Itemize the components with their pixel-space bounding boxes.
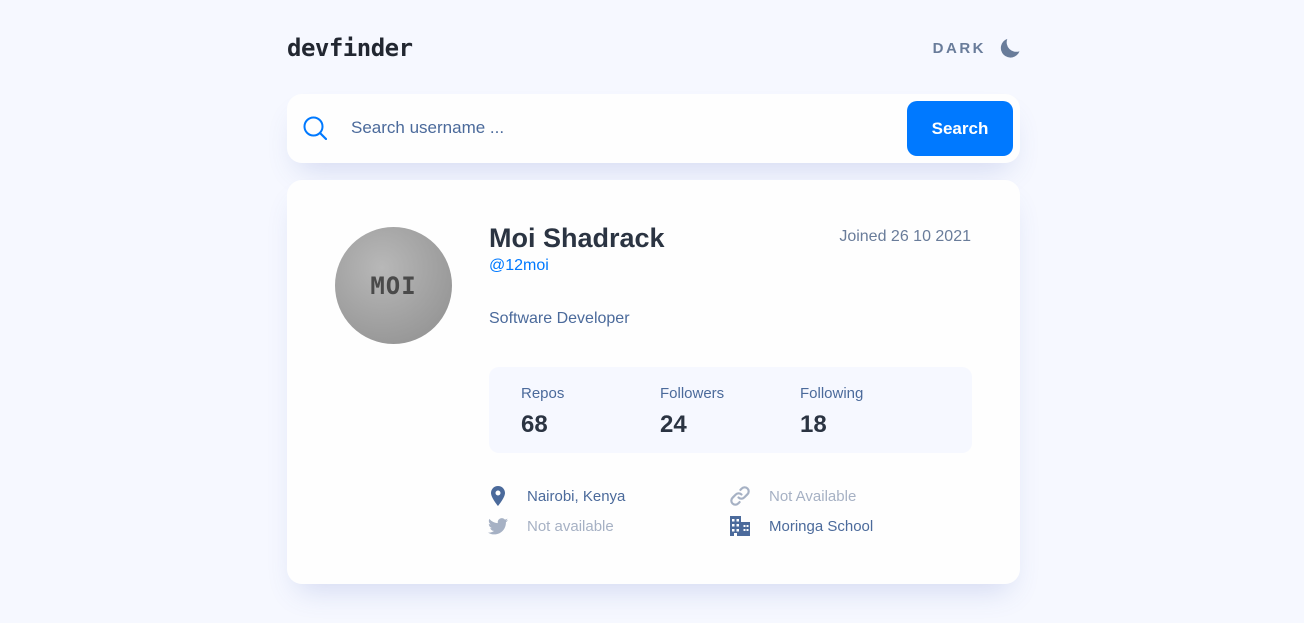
moon-icon[interactable] <box>1000 38 1020 58</box>
location-text: Nairobi, Kenya <box>527 487 626 505</box>
search-icon <box>303 116 327 140</box>
location-item: Nairobi, Kenya <box>487 485 625 507</box>
stat-value: 68 <box>521 411 548 438</box>
website-text: Not Available <box>769 487 857 505</box>
stat-label: Repos <box>521 385 565 402</box>
search-input[interactable] <box>351 114 891 142</box>
website-item: Not Available <box>729 485 856 507</box>
twitter-item: Not available <box>487 515 614 537</box>
company-text: Moringa School <box>769 517 874 535</box>
location-pin-icon <box>487 485 509 507</box>
joined-date: Joined 26 10 2021 <box>839 228 971 245</box>
building-icon <box>729 515 751 537</box>
stat-label: Following <box>800 385 864 402</box>
stat-label: Followers <box>660 385 725 402</box>
header: devfinder DARK <box>287 30 1020 66</box>
profile-card: MOI Moi Shadrack @12moi Joined 26 10 202… <box>287 180 1020 584</box>
app-logo: devfinder <box>287 34 413 62</box>
profile-login-link[interactable]: @12moi <box>489 257 549 275</box>
search-bar: Search <box>287 94 1020 163</box>
stats-panel: Repos 68 Followers 24 Following 18 <box>489 367 972 453</box>
avatar-text: MOI <box>370 271 417 300</box>
company-item: Moringa School <box>729 515 873 537</box>
stat-followers: Followers 24 <box>660 385 724 439</box>
stat-following: Following 18 <box>800 385 863 439</box>
link-icon <box>729 485 751 507</box>
twitter-text: Not available <box>527 517 614 535</box>
theme-toggle[interactable]: DARK <box>933 35 1020 61</box>
profile-links: Nairobi, Kenya Not Available Not availab… <box>487 485 972 541</box>
avatar: MOI <box>335 227 452 344</box>
profile-bio: Software Developer <box>489 310 630 327</box>
search-button[interactable]: Search <box>907 101 1013 156</box>
theme-toggle-label[interactable]: DARK <box>933 40 986 57</box>
stat-value: 24 <box>660 411 687 438</box>
twitter-icon <box>487 515 509 537</box>
stat-value: 18 <box>800 411 827 438</box>
profile-name: Moi Shadrack <box>489 223 665 253</box>
stat-repos: Repos 68 <box>521 385 564 439</box>
